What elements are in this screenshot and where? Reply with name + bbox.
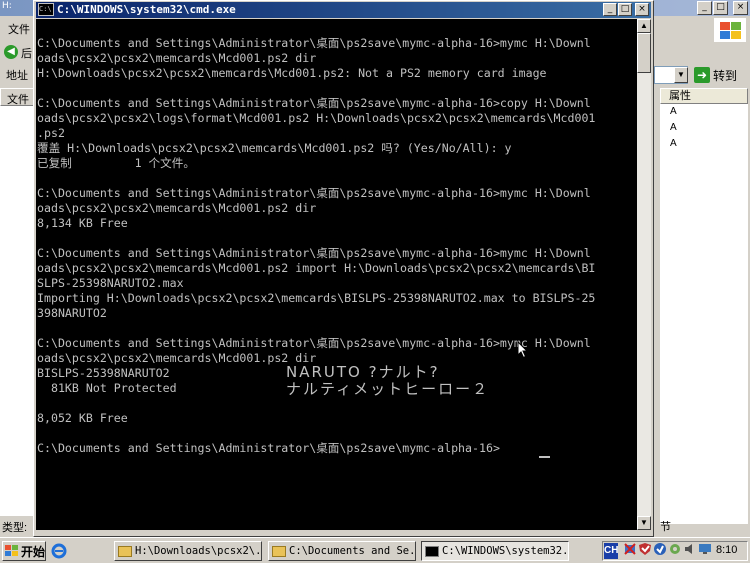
start-label: 开始: [21, 544, 46, 559]
console-line: Importing H:\Downloads\pcsx2\pcsx2\memca…: [37, 291, 596, 305]
console-line: C:\Documents and Settings\Administrator\…: [37, 36, 591, 50]
gear-icon[interactable]: [668, 542, 682, 556]
scroll-down-icon[interactable]: ▼: [637, 516, 651, 530]
start-button[interactable]: 开始: [2, 541, 46, 561]
address-dropdown-icon[interactable]: ▼: [674, 67, 688, 83]
background-back-label: 后: [21, 48, 32, 60]
console-line: 8,134 KB Free: [37, 216, 128, 230]
clock[interactable]: 8:10: [716, 544, 737, 556]
windows-flag-icon: [5, 545, 19, 557]
cmd-maximize-button[interactable]: □: [618, 3, 632, 16]
console-line: .ps2: [37, 126, 65, 140]
console-line: 8,052 KB Free: [37, 411, 128, 425]
console-line: oads\pcsx2\pcsx2\memcards\Mcd001.ps2 dir: [37, 201, 317, 215]
console-line: C:\Documents and Settings\Administrator\…: [37, 186, 591, 200]
background-attr-list[interactable]: A A A: [660, 104, 748, 524]
console-line: 覆盖 H:\Downloads\pcsx2\pcsx2\memcards\Mcd…: [37, 141, 512, 155]
console-line: oads\pcsx2\pcsx2\memcards\Mcd001.ps2 dir: [37, 51, 317, 65]
volume-icon[interactable]: [683, 542, 697, 556]
background-back-button[interactable]: ◀ 后: [0, 42, 35, 62]
console-line: oads\pcsx2\pcsx2\memcards\Mcd001.ps2 dir: [37, 351, 317, 365]
folder-icon: [272, 545, 286, 557]
background-close-button[interactable]: ×: [733, 1, 748, 15]
background-go-label: 转到: [713, 68, 738, 83]
background-address-label: 地址: [6, 70, 28, 82]
background-attr-column-header[interactable]: 属性: [660, 88, 748, 104]
taskbar-item-explorer-documents[interactable]: C:\Documents and Se...: [268, 541, 416, 561]
taskbar-item-cmd[interactable]: C:\WINDOWS\system32...: [421, 541, 569, 561]
background-file-column-header[interactable]: 文件: [0, 88, 35, 106]
background-maximize-button[interactable]: □: [713, 1, 728, 15]
scroll-up-icon[interactable]: ▲: [637, 19, 651, 33]
mouse-pointer-icon: [517, 341, 529, 359]
go-arrow-icon: ➜: [694, 67, 710, 83]
taskbar: 开始 H:\Downloads\pcsx2\... C:\Documents a…: [0, 537, 750, 563]
back-arrow-icon: ◀: [4, 45, 18, 59]
console-line: 398NARUTO2: [37, 306, 107, 320]
internet-explorer-icon[interactable]: [50, 542, 68, 560]
attr-value: A: [670, 122, 677, 133]
cmd-vertical-scrollbar[interactable]: ▲ ▼: [637, 19, 651, 530]
console-line: C:\Documents and Settings\Administrator\…: [37, 441, 500, 455]
background-minimize-button[interactable]: _: [697, 1, 712, 15]
taskbar-item-label: C:\WINDOWS\system32...: [442, 545, 569, 557]
taskbar-item-label: H:\Downloads\pcsx2\...: [135, 545, 262, 557]
background-go-button[interactable]: ➜ 转到: [694, 66, 746, 84]
console-line: C:\Documents and Settings\Administrator\…: [37, 246, 591, 260]
display-icon[interactable]: [698, 542, 712, 556]
console-line: BISLPS-25398NARUTO2: [37, 366, 170, 380]
folder-icon: [118, 545, 132, 557]
attr-value: A: [670, 106, 677, 117]
taskbar-item-label: C:\Documents and Se...: [289, 545, 416, 557]
console-line: oads\pcsx2\pcsx2\logs\format\Mcd001.ps2 …: [37, 111, 596, 125]
windows-logo-icon: [714, 18, 746, 42]
console-line: 81KB Not Protected: [37, 381, 177, 395]
cmd-window[interactable]: C:\ C:\WINDOWS\system32\cmd.exe _ □ × NA…: [33, 0, 654, 537]
background-right-panel: ▼ ➜ 转到 属性 A A A 节: [654, 16, 750, 536]
console-line: C:\Documents and Settings\Administrator\…: [37, 96, 591, 110]
cmd-window-title: C:\WINDOWS\system32\cmd.exe: [57, 3, 236, 16]
console-output-area[interactable]: NARUTO ?ナルト? ナルティメットヒーロー２ C:\Documents a…: [36, 19, 637, 530]
console-line: 已复制 1 个文件。: [37, 156, 195, 170]
scroll-thumb[interactable]: [637, 33, 651, 73]
antivirus-icon[interactable]: [653, 542, 667, 556]
console-line: C:\Documents and Settings\Administrator\…: [37, 336, 591, 350]
console-icon: [425, 545, 439, 557]
language-indicator[interactable]: CH: [604, 543, 618, 559]
console-line: H:\Downloads\pcsx2\pcsx2\memcards\Mcd001…: [37, 66, 547, 80]
background-menu-file[interactable]: 文件: [0, 18, 35, 38]
console-icon[interactable]: C:\: [38, 3, 54, 16]
cmd-minimize-button[interactable]: _: [603, 3, 617, 16]
cmd-titlebar[interactable]: C:\ C:\WINDOWS\system32\cmd.exe _ □ ×: [36, 2, 651, 18]
console-line: oads\pcsx2\pcsx2\memcards\Mcd001.ps2 imp…: [37, 261, 596, 275]
attr-value: A: [670, 138, 677, 149]
network-icon[interactable]: [623, 542, 637, 556]
background-file-list[interactable]: [0, 106, 35, 516]
text-cursor: [539, 456, 550, 458]
save-title-line2: ナルティメットヒーロー２: [286, 380, 490, 398]
background-type-label: 类型:: [2, 522, 28, 534]
console-line: SLPS-25398NARUTO2.max: [37, 276, 184, 290]
background-status-fragment: 节: [660, 521, 671, 533]
security-shield-icon[interactable]: [638, 542, 652, 556]
taskbar-item-explorer-downloads[interactable]: H:\Downloads\pcsx2\...: [114, 541, 262, 561]
background-window-title: H:: [2, 1, 12, 11]
cmd-close-button[interactable]: ×: [635, 3, 649, 16]
